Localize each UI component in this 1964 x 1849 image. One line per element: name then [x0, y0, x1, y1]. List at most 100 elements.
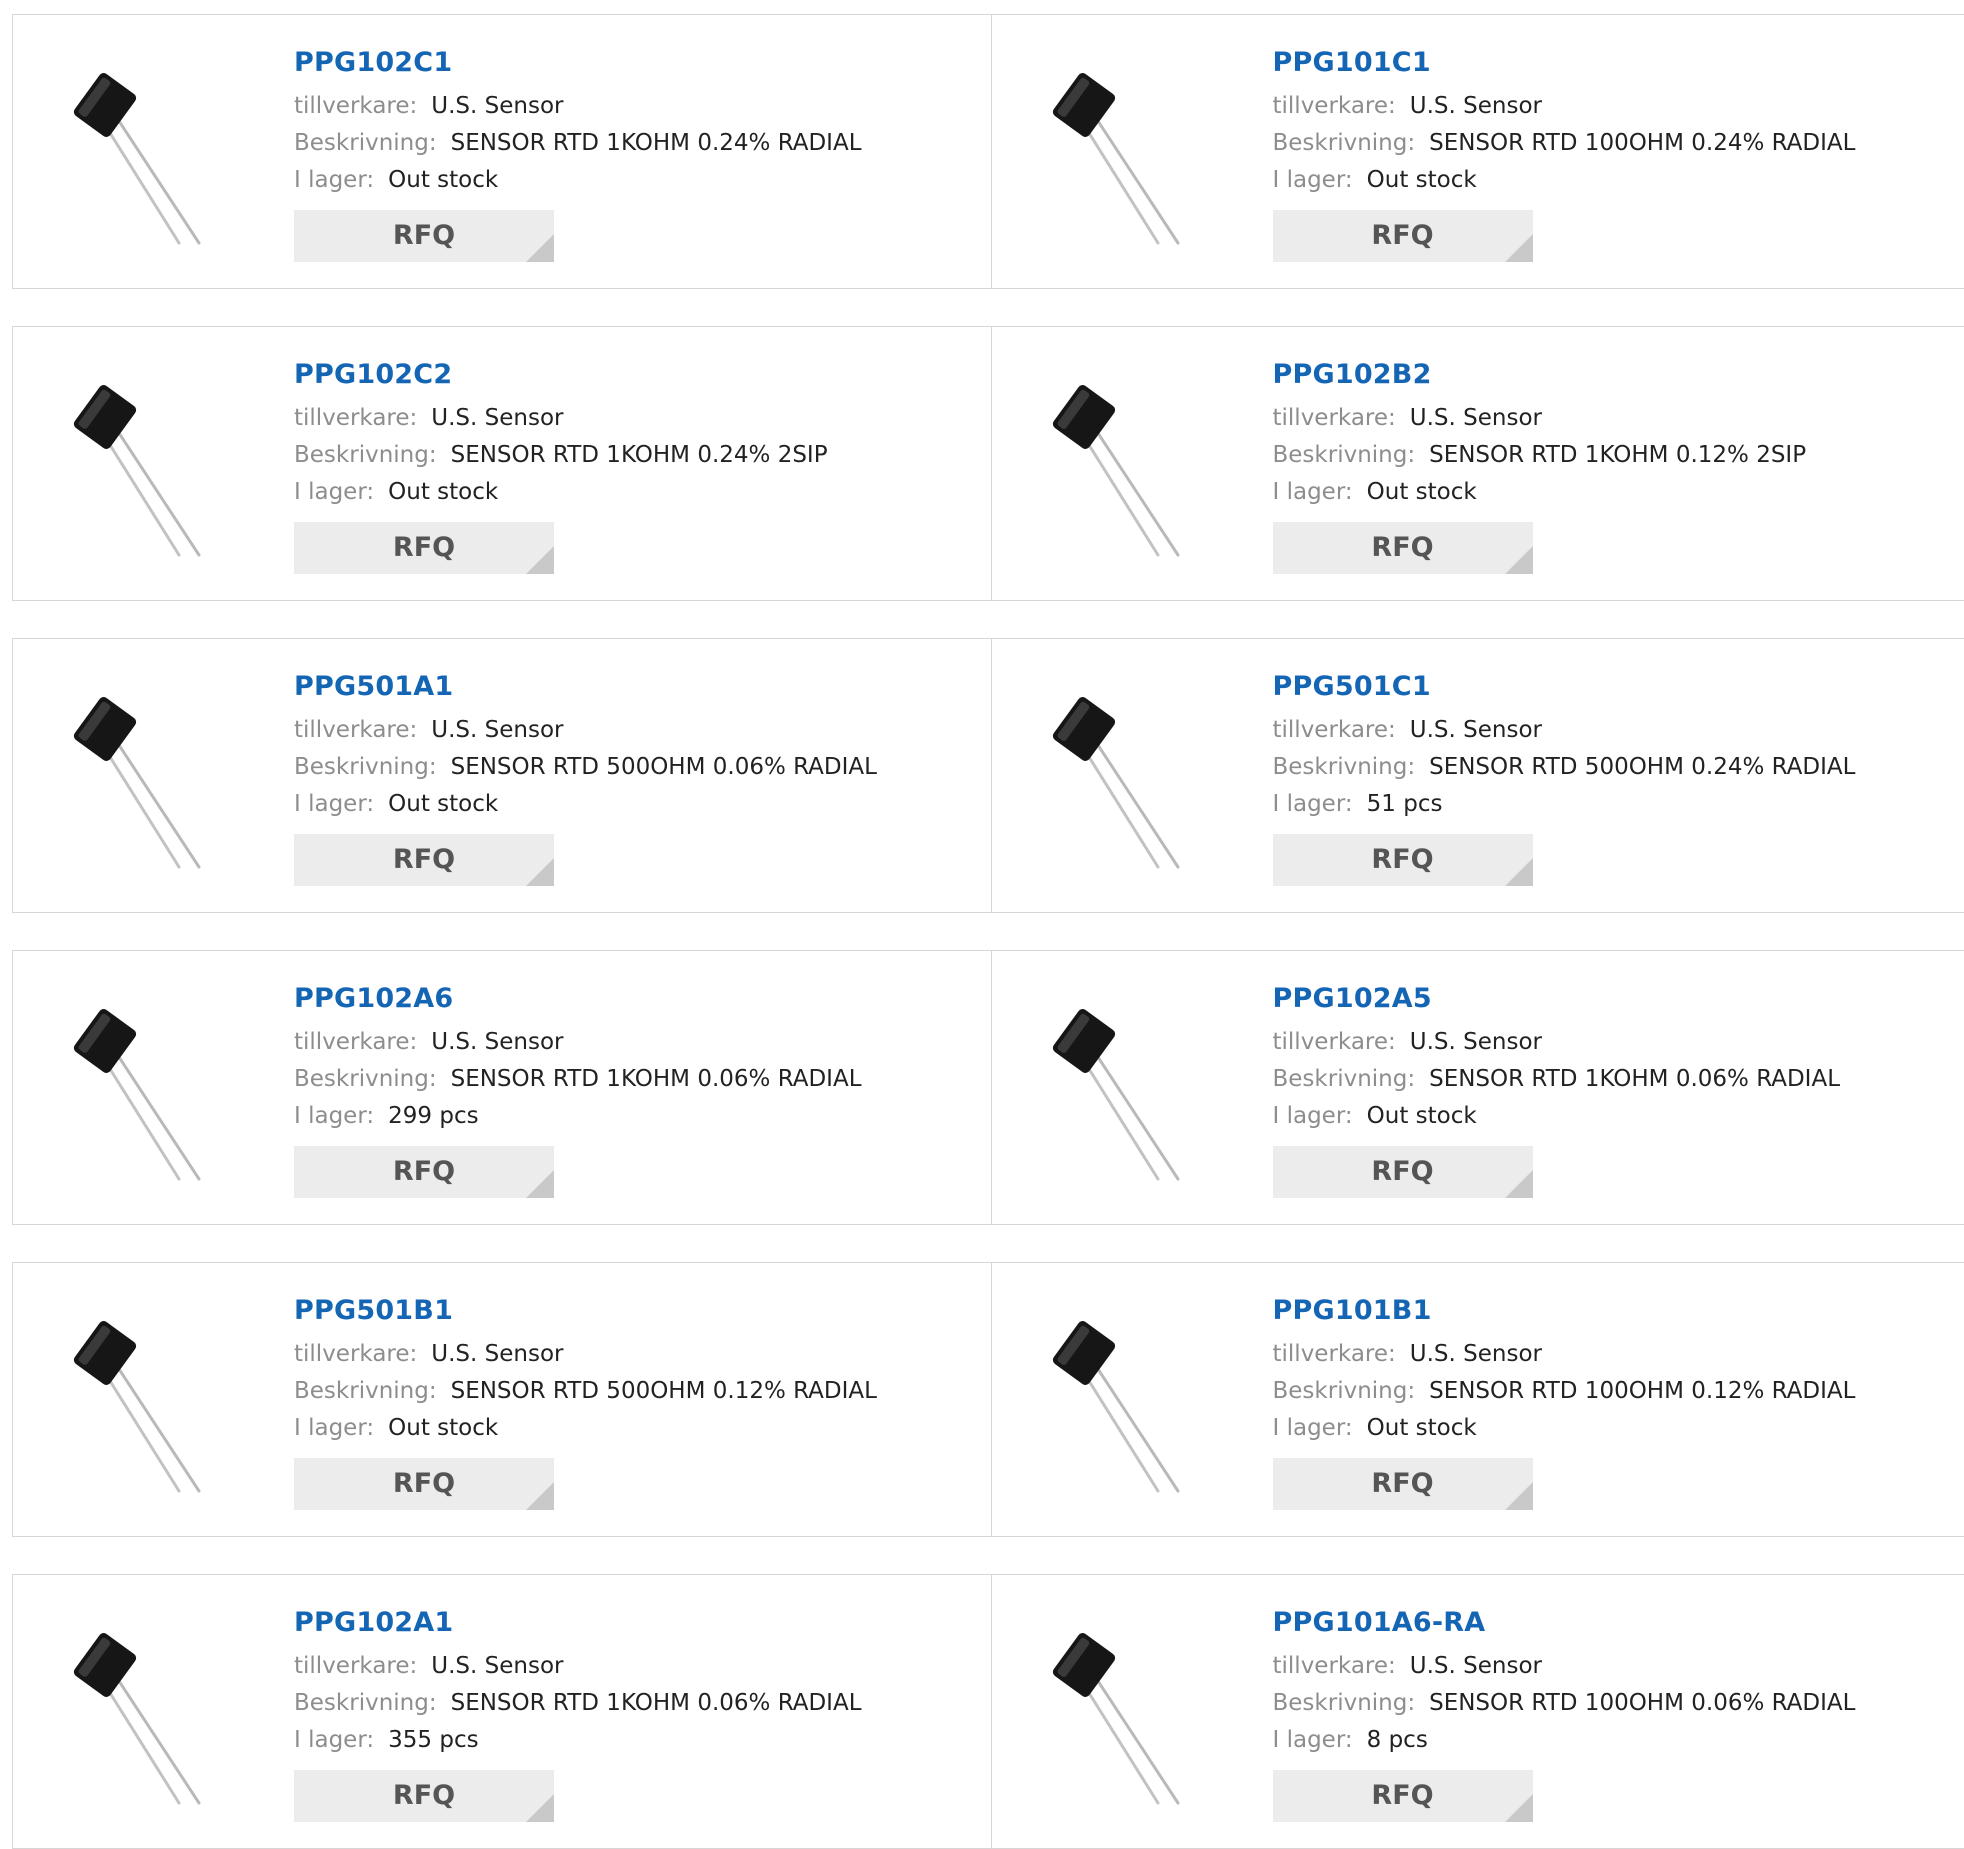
product-card: PPG501C1 tillverkare:U.S. Sensor Beskriv… [991, 639, 1964, 912]
rfq-button[interactable]: RFQ [1273, 1458, 1533, 1510]
manufacturer-label: tillverkare: [294, 717, 417, 743]
triangle-corner-icon [1505, 1170, 1533, 1198]
manufacturer-value: U.S. Sensor [1410, 717, 1542, 743]
rfq-button[interactable]: RFQ [1273, 522, 1533, 574]
rfq-button[interactable]: RFQ [294, 1146, 554, 1198]
description-value: SENSOR RTD 500OHM 0.12% RADIAL [451, 1378, 877, 1404]
part-number-link[interactable]: PPG102B2 [1273, 357, 1807, 393]
stock-label: I lager: [1273, 1103, 1353, 1129]
manufacturer-line: tillverkare:U.S. Sensor [294, 1648, 862, 1685]
product-card: PPG102B2 tillverkare:U.S. Sensor Beskriv… [991, 327, 1964, 600]
rfq-button-label: RFQ [1371, 220, 1433, 251]
manufacturer-line: tillverkare:U.S. Sensor [294, 1024, 862, 1061]
rtd-sensor-image [1032, 365, 1232, 565]
stock-label: I lager: [294, 1727, 374, 1753]
description-line: Beskrivning:SENSOR RTD 100OHM 0.06% RADI… [1273, 1685, 1856, 1722]
part-number-link[interactable]: PPG102C2 [294, 357, 828, 393]
manufacturer-line: tillverkare:U.S. Sensor [294, 1336, 877, 1373]
rfq-button[interactable]: RFQ [294, 210, 554, 262]
product-row: PPG501B1 tillverkare:U.S. Sensor Beskriv… [12, 1262, 1964, 1537]
manufacturer-line: tillverkare: U.S. Sensor [1273, 88, 1856, 125]
description-line: Beskrivning:SENSOR RTD 1KOHM 0.24% 2SIP [294, 437, 828, 474]
product-row: PPG102A6 tillverkare:U.S. Sensor Beskriv… [12, 950, 1964, 1225]
stock-line: I lager:8 pcs [1273, 1722, 1856, 1759]
product-thumbnail[interactable] [1032, 53, 1232, 253]
product-thumbnail[interactable] [53, 677, 253, 877]
rfq-button-label: RFQ [1371, 1156, 1433, 1187]
rfq-button[interactable]: RFQ [294, 1458, 554, 1510]
rfq-button[interactable]: RFQ [1273, 210, 1533, 262]
product-thumbnail[interactable] [53, 989, 253, 1189]
rfq-button-label: RFQ [1371, 1468, 1433, 1499]
manufacturer-value: U.S. Sensor [1410, 93, 1542, 119]
stock-line: I lager:Out stock [1273, 1410, 1856, 1447]
stock-value: Out stock [388, 167, 498, 193]
rfq-button[interactable]: RFQ [1273, 834, 1533, 886]
product-row: PPG102A1 tillverkare:U.S. Sensor Beskriv… [12, 1574, 1964, 1849]
triangle-corner-icon [526, 858, 554, 886]
manufacturer-value: U.S. Sensor [431, 1341, 563, 1367]
product-thumbnail[interactable] [1032, 1613, 1232, 1813]
description-line: Beskrivning:SENSOR RTD 1KOHM 0.12% 2SIP [1273, 437, 1807, 474]
rtd-sensor-image [1032, 53, 1232, 253]
stock-value: 299 pcs [388, 1103, 478, 1129]
stock-value: Out stock [388, 791, 498, 817]
description-label: Beskrivning: [294, 754, 437, 780]
product-info: PPG102A5 tillverkare:U.S. Sensor Beskriv… [1273, 981, 1841, 1198]
description-value: SENSOR RTD 1KOHM 0.06% RADIAL [451, 1066, 862, 1092]
part-number-link[interactable]: PPG501A1 [294, 669, 877, 705]
rfq-button[interactable]: RFQ [1273, 1146, 1533, 1198]
product-thumbnail[interactable] [53, 365, 253, 565]
part-number-link[interactable]: PPG101B1 [1273, 1293, 1856, 1329]
triangle-corner-icon [1505, 546, 1533, 574]
rfq-button[interactable]: RFQ [294, 522, 554, 574]
manufacturer-label: tillverkare: [294, 405, 417, 431]
product-thumbnail[interactable] [1032, 677, 1232, 877]
stock-value: 355 pcs [388, 1727, 478, 1753]
description-value: SENSOR RTD 500OHM 0.24% RADIAL [1429, 754, 1855, 780]
part-number-link[interactable]: PPG501C1 [1273, 669, 1856, 705]
product-thumbnail[interactable] [53, 53, 253, 253]
manufacturer-line: tillverkare:U.S. Sensor [1273, 400, 1807, 437]
rfq-button[interactable]: RFQ [1273, 1770, 1533, 1822]
product-thumbnail[interactable] [1032, 365, 1232, 565]
manufacturer-label: tillverkare: [294, 93, 417, 119]
product-info: PPG501C1 tillverkare:U.S. Sensor Beskriv… [1273, 669, 1856, 886]
triangle-corner-icon [1505, 1794, 1533, 1822]
rfq-button-label: RFQ [393, 1780, 455, 1811]
stock-value: 51 pcs [1367, 791, 1443, 817]
stock-value: Out stock [388, 479, 498, 505]
description-value: SENSOR RTD 1KOHM 0.24% RADIAL [451, 130, 862, 156]
product-card: PPG102A6 tillverkare:U.S. Sensor Beskriv… [13, 951, 991, 1224]
triangle-corner-icon [1505, 1482, 1533, 1510]
product-thumbnail[interactable] [1032, 1301, 1232, 1501]
rtd-sensor-image [53, 677, 253, 877]
stock-label: I lager: [294, 479, 374, 505]
manufacturer-label: tillverkare: [1273, 1341, 1396, 1367]
manufacturer-value: U.S. Sensor [431, 1653, 563, 1679]
description-label: Beskrivning: [294, 1690, 437, 1716]
rtd-sensor-image [53, 1301, 253, 1501]
part-number-link[interactable]: PPG101C1 [1273, 45, 1856, 81]
stock-value: Out stock [1367, 479, 1477, 505]
manufacturer-line: tillverkare:U.S. Sensor [1273, 712, 1856, 749]
product-thumbnail[interactable] [53, 1301, 253, 1501]
stock-line: I lager:51 pcs [1273, 786, 1856, 823]
part-number-link[interactable]: PPG102C1 [294, 45, 862, 81]
part-number-link[interactable]: PPG102A1 [294, 1605, 862, 1641]
product-thumbnail[interactable] [53, 1613, 253, 1813]
manufacturer-label: tillverkare: [1273, 93, 1396, 119]
triangle-corner-icon [1505, 858, 1533, 886]
stock-line: I lager:Out stock [294, 786, 877, 823]
product-thumbnail[interactable] [1032, 989, 1232, 1189]
stock-label: I lager: [294, 1415, 374, 1441]
rfq-button[interactable]: RFQ [294, 1770, 554, 1822]
part-number-link[interactable]: PPG102A6 [294, 981, 862, 1017]
part-number-link[interactable]: PPG501B1 [294, 1293, 877, 1329]
description-line: Beskrivning:SENSOR RTD 500OHM 0.12% RADI… [294, 1373, 877, 1410]
part-number-link[interactable]: PPG101A6-RA [1273, 1605, 1856, 1641]
rfq-button[interactable]: RFQ [294, 834, 554, 886]
part-number-link[interactable]: PPG102A5 [1273, 981, 1841, 1017]
description-line: Beskrivning:SENSOR RTD 1KOHM 0.06% RADIA… [294, 1685, 862, 1722]
product-info: PPG101C1 tillverkare:U.S. Sensor Beskriv… [1273, 45, 1856, 262]
